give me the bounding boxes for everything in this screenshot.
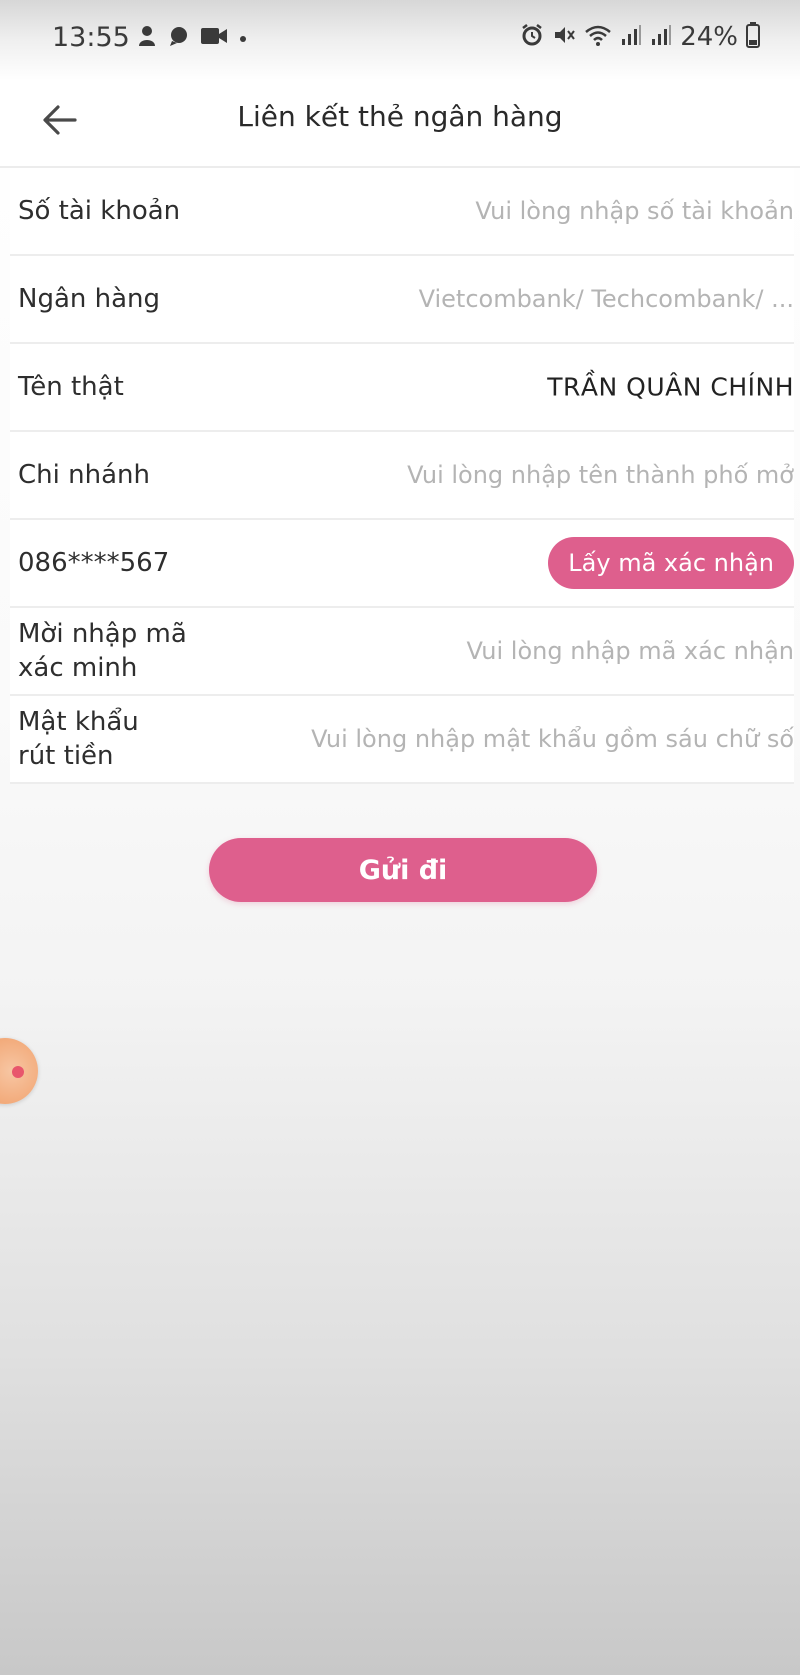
chat-icon bbox=[168, 25, 190, 51]
submit-button[interactable]: Gửi đi bbox=[209, 838, 597, 902]
form-row-branch: Chi nhánh bbox=[10, 432, 794, 520]
account-number-label: Số tài khoản bbox=[18, 196, 181, 226]
form-row-verification-code: Mời nhập mã xác minh bbox=[10, 608, 794, 696]
bubble-dot-icon bbox=[12, 1066, 24, 1078]
bank-label: Ngân hàng bbox=[18, 284, 161, 314]
withdraw-password-label: Mật khẩu rút tiền bbox=[18, 707, 139, 771]
bank-link-form: Số tài khoản Ngân hàng Tên thật TRẦN QUÂ… bbox=[0, 168, 800, 784]
get-otp-button[interactable]: Lấy mã xác nhận bbox=[548, 537, 794, 589]
account-number-input[interactable] bbox=[234, 189, 794, 233]
form-row-account-number: Số tài khoản bbox=[10, 168, 794, 256]
signal-icon bbox=[650, 23, 672, 51]
status-time: 13:55 bbox=[52, 22, 130, 53]
bank-input[interactable] bbox=[234, 277, 794, 321]
status-right: 24% bbox=[520, 22, 760, 52]
wifi-icon bbox=[584, 23, 612, 51]
branch-label: Chi nhánh bbox=[18, 460, 150, 490]
branch-input[interactable] bbox=[234, 453, 794, 497]
video-record-icon bbox=[200, 25, 228, 51]
form-row-real-name: Tên thật TRẦN QUÂN CHÍNH bbox=[10, 344, 794, 432]
real-name-value: TRẦN QUÂN CHÍNH bbox=[547, 372, 794, 402]
verification-code-label: Mời nhập mã xác minh bbox=[18, 619, 187, 683]
withdraw-password-input[interactable] bbox=[234, 717, 794, 761]
status-bar: 13:55 24% bbox=[0, 0, 800, 80]
page-title: Liên kết thẻ ngân hàng bbox=[237, 100, 563, 133]
notification-icon bbox=[136, 24, 158, 52]
dot-icon bbox=[238, 29, 248, 48]
form-row-bank: Ngân hàng bbox=[10, 256, 794, 344]
status-left-icons bbox=[136, 24, 248, 52]
real-name-label: Tên thật bbox=[18, 372, 124, 402]
form-row-phone: 086****567 Lấy mã xác nhận bbox=[10, 520, 794, 608]
battery-icon bbox=[746, 22, 760, 52]
signal-icon bbox=[620, 23, 642, 51]
floating-bubble[interactable] bbox=[0, 1038, 38, 1104]
verification-code-input[interactable] bbox=[234, 629, 794, 673]
phone-number-label: 086****567 bbox=[18, 548, 170, 578]
alarm-icon bbox=[520, 23, 544, 51]
battery-percent: 24% bbox=[680, 22, 738, 52]
form-row-withdraw-password: Mật khẩu rút tiền bbox=[10, 696, 794, 784]
mute-icon bbox=[552, 23, 576, 51]
app-bar: Liên kết thẻ ngân hàng bbox=[0, 80, 800, 168]
